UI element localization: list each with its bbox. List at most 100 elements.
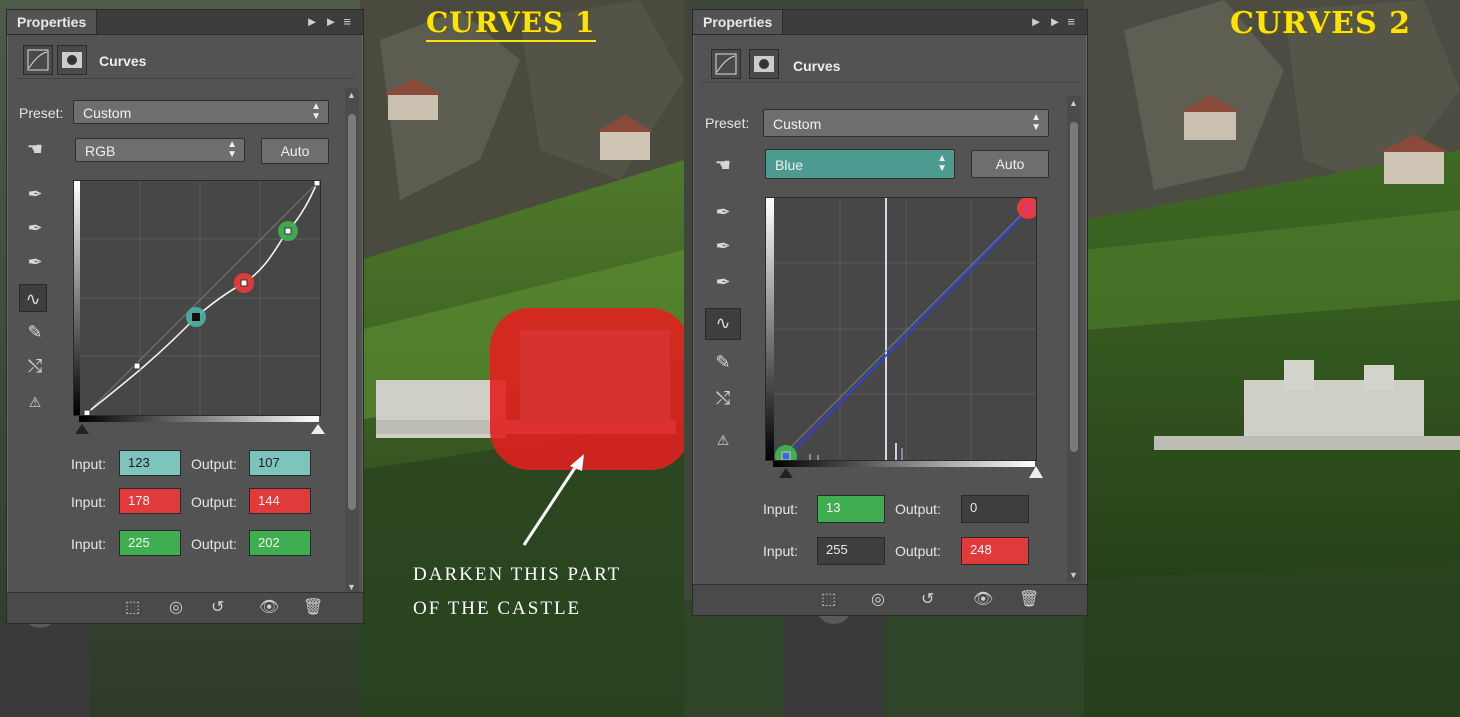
input-label: Input: bbox=[71, 536, 107, 552]
reset-icon[interactable]: ↺ bbox=[921, 589, 934, 609]
delete-trash-icon[interactable]: 🗑 bbox=[1019, 589, 1039, 609]
output-field[interactable]: 0 bbox=[961, 495, 1029, 523]
panel-titlebar: Properties ►►≡ bbox=[7, 10, 363, 35]
properties-tab[interactable]: Properties bbox=[693, 10, 784, 34]
white-point-eyedropper-icon[interactable]: ✒ bbox=[21, 248, 49, 276]
white-slider-icon[interactable] bbox=[1029, 466, 1043, 478]
white-slider-icon[interactable] bbox=[311, 424, 325, 434]
panel-menu-icon[interactable]: ≡ bbox=[1067, 14, 1081, 29]
input-field[interactable]: 13 bbox=[817, 495, 885, 523]
curves-header: Curves bbox=[701, 46, 1079, 83]
panel-titlebar: Properties ►►≡ bbox=[693, 10, 1087, 35]
visibility-eye-icon[interactable]: 👁 bbox=[973, 589, 993, 609]
properties-panel-left: Properties ►►≡ Curves Preset: Custom ▲ ▼ ☚… bbox=[6, 9, 364, 624]
channel-value: Blue bbox=[775, 157, 804, 173]
preset-select[interactable]: Custom ▲ ▼ bbox=[763, 109, 1049, 137]
scroll-thumb[interactable] bbox=[1070, 122, 1078, 452]
smooth-curve-icon[interactable]: ⤭ bbox=[21, 352, 49, 380]
curve-points-icon[interactable]: ∿ bbox=[19, 284, 47, 312]
preset-value: Custom bbox=[83, 105, 132, 121]
panel-scrollbar[interactable]: ▲ ▼ bbox=[1067, 96, 1081, 582]
curves-2-heading: CURVES 2 bbox=[1230, 6, 1411, 41]
view-previous-icon[interactable]: ◎ bbox=[871, 589, 885, 609]
black-slider-icon[interactable] bbox=[75, 424, 89, 434]
panel-title: Curves bbox=[99, 53, 147, 69]
auto-button[interactable]: Auto bbox=[261, 138, 329, 164]
properties-tab[interactable]: Properties bbox=[7, 10, 98, 34]
black-slider-icon[interactable] bbox=[779, 468, 793, 478]
panel-footer: ⬚ ◎ ↺ 👁 🗑 bbox=[693, 584, 1087, 615]
input-label: Input: bbox=[763, 543, 799, 559]
preset-select[interactable]: Custom ▲ ▼ bbox=[73, 100, 329, 124]
gray-point-eyedropper-icon[interactable]: ✒ bbox=[709, 232, 737, 260]
targeted-adjustment-icon[interactable]: ☚ bbox=[709, 151, 737, 179]
output-label: Output: bbox=[895, 543, 941, 559]
view-previous-icon[interactable]: ◎ bbox=[169, 597, 183, 617]
gray-point-eyedropper-icon[interactable]: ✒ bbox=[21, 214, 49, 242]
output-field[interactable]: 202 bbox=[249, 530, 311, 556]
input-label: Input: bbox=[763, 501, 799, 517]
input-field[interactable]: 225 bbox=[119, 530, 181, 556]
pencil-draw-icon[interactable]: ✎ bbox=[21, 318, 49, 346]
output-field[interactable]: 144 bbox=[249, 488, 311, 514]
clip-to-layer-icon[interactable]: ⬚ bbox=[821, 589, 836, 609]
channel-select[interactable]: RGB ▲ ▼ bbox=[75, 138, 245, 162]
clip-to-layer-icon[interactable]: ⬚ bbox=[125, 597, 140, 617]
clipping-warning-icon[interactable]: ⚠ bbox=[21, 388, 49, 416]
updown-arrow-icon: ▲ ▼ bbox=[937, 153, 947, 174]
heading-number: 1 bbox=[575, 6, 596, 39]
input-label: Input: bbox=[71, 456, 107, 472]
input-field[interactable]: 178 bbox=[119, 488, 181, 514]
scroll-up-icon[interactable]: ▲ bbox=[1069, 98, 1078, 108]
output-field[interactable]: 107 bbox=[249, 450, 311, 476]
horizontal-gradient-bar bbox=[79, 416, 319, 422]
horizontal-gradient-bar bbox=[773, 461, 1035, 467]
panel-menu-icon[interactable]: ≡ bbox=[343, 14, 357, 29]
input-field[interactable]: 255 bbox=[817, 537, 885, 565]
black-point-eyedropper-icon[interactable]: ✒ bbox=[709, 198, 737, 226]
panel-menu-icons[interactable]: ►►≡ bbox=[1030, 14, 1081, 29]
curve-graph[interactable] bbox=[765, 197, 1039, 467]
note-line-2: OF THE CASTLE bbox=[413, 598, 582, 619]
mask-icon[interactable] bbox=[57, 45, 87, 75]
scroll-down-icon[interactable]: ▼ bbox=[1069, 570, 1078, 580]
panel-title: Curves bbox=[793, 58, 841, 74]
channel-select[interactable]: Blue ▲ ▼ bbox=[765, 149, 955, 179]
reset-icon[interactable]: ↺ bbox=[211, 597, 224, 617]
updown-arrow-icon: ▲ ▼ bbox=[311, 101, 321, 122]
collapse-icon[interactable]: ►► bbox=[1030, 14, 1068, 29]
delete-trash-icon[interactable]: 🗑 bbox=[303, 597, 323, 617]
black-point-eyedropper-icon[interactable]: ✒ bbox=[21, 180, 49, 208]
updown-arrow-icon: ▲ ▼ bbox=[227, 139, 237, 160]
panel-menu-icons[interactable]: ►►≡ bbox=[306, 14, 357, 29]
curve-graph[interactable] bbox=[73, 179, 321, 417]
preset-value: Custom bbox=[773, 116, 822, 132]
preset-label: Preset: bbox=[19, 105, 64, 121]
curve-points-icon[interactable]: ∿ bbox=[705, 308, 741, 340]
heading-word: CURVES bbox=[1230, 6, 1378, 41]
clipping-warning-icon[interactable]: ⚠ bbox=[709, 426, 737, 454]
output-label: Output: bbox=[191, 536, 237, 552]
scroll-thumb[interactable] bbox=[348, 114, 356, 510]
updown-arrow-icon: ▲ ▼ bbox=[1031, 112, 1041, 133]
smooth-curve-icon[interactable]: ⤭ bbox=[709, 384, 737, 412]
visibility-eye-icon[interactable]: 👁 bbox=[259, 597, 279, 617]
panel-scrollbar[interactable]: ▲ ▼ bbox=[345, 88, 359, 594]
targeted-adjustment-icon[interactable]: ☚ bbox=[21, 135, 49, 163]
output-field[interactable]: 248 bbox=[961, 537, 1029, 565]
curves-1-heading: CURVES 1 bbox=[426, 6, 596, 42]
collapse-icon[interactable]: ►► bbox=[306, 14, 344, 29]
annotation-note: DARKEN THIS PART OF THE CASTLE bbox=[413, 558, 621, 626]
curves-adjustment-icon bbox=[711, 49, 741, 79]
scroll-up-icon[interactable]: ▲ bbox=[347, 90, 356, 100]
auto-button[interactable]: Auto bbox=[971, 150, 1049, 178]
heading-number: 2 bbox=[1389, 6, 1412, 41]
output-label: Output: bbox=[191, 494, 237, 510]
input-field[interactable]: 123 bbox=[119, 450, 181, 476]
properties-panel-right: Properties ►►≡ Curves Preset: Custom ▲ ▼ ☚… bbox=[692, 9, 1088, 616]
mask-icon[interactable] bbox=[749, 49, 779, 79]
white-point-eyedropper-icon[interactable]: ✒ bbox=[709, 268, 737, 296]
heading-word: CURVES bbox=[426, 6, 565, 39]
pencil-draw-icon[interactable]: ✎ bbox=[709, 348, 737, 376]
scroll-down-icon[interactable]: ▼ bbox=[347, 582, 356, 592]
